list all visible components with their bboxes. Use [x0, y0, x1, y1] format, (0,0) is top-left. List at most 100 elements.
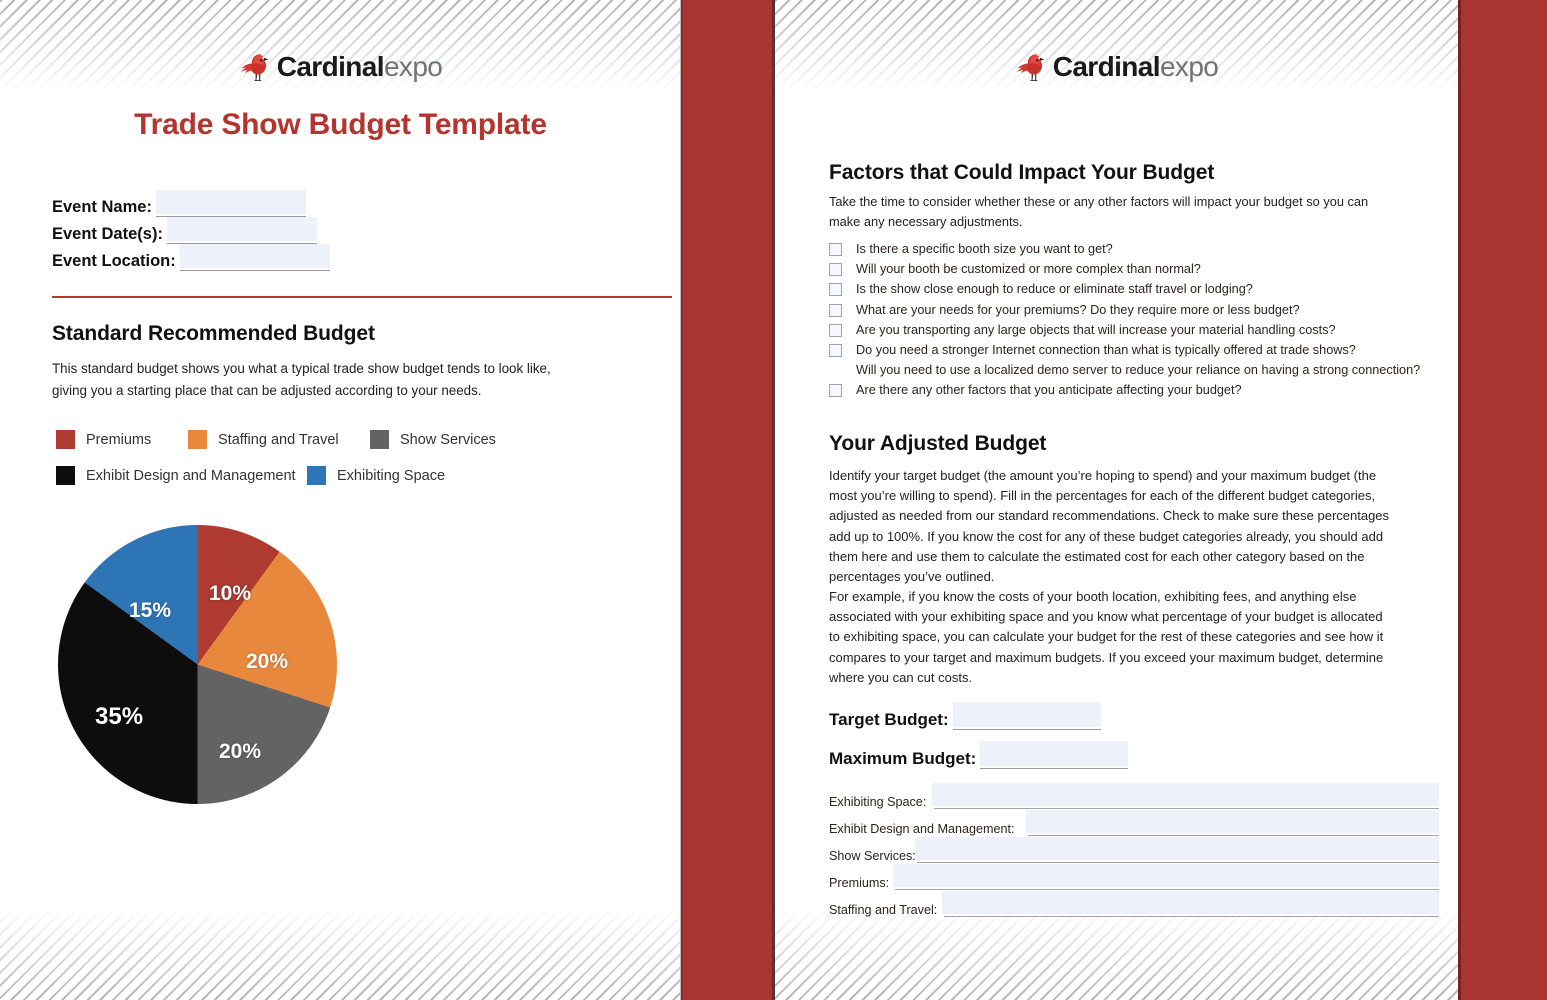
gutter-red-band — [681, 0, 775, 1000]
checklist-item-label: Do you need a stronger Internet connecti… — [856, 342, 1356, 357]
legend-label-staffing-and-travel: Staffing and Travel — [218, 431, 339, 448]
staffing-and-travel-input[interactable] — [944, 894, 1439, 917]
brand-logo: Cardinalexpo — [775, 52, 1458, 82]
legend-swatch-show-services — [370, 430, 389, 449]
checklist-item[interactable]: Are there any other factors that you ant… — [829, 381, 1409, 401]
event-name-label: Event Name: — [52, 198, 152, 216]
brand-name-bold: Cardinal — [1052, 51, 1161, 82]
checklist-item-label: Is the show close enough to reduce or el… — [856, 282, 1253, 297]
page-title: Trade Show Budget Template — [134, 108, 547, 141]
adjusted-budget-paragraph-2: For example, if you know the costs of yo… — [829, 589, 1384, 685]
premiums-row: Premiums: — [829, 864, 1439, 893]
show-services-label: Show Services: — [829, 849, 916, 863]
target-budget-label: Target Budget: — [829, 710, 949, 729]
legend-label-premiums: Premiums — [86, 431, 152, 448]
pie-label-premiums: 10% — [209, 582, 252, 605]
checklist-item[interactable]: What are your needs for your premiums? D… — [829, 301, 1409, 321]
pie-label-exhibit-design-and-management: 35% — [95, 703, 144, 730]
cardinal-bird-icon — [239, 52, 273, 82]
factors-checklist: Is there a specific booth size you want … — [829, 240, 1420, 402]
checklist-subitem-label: Will you need to use a localized demo se… — [856, 363, 1421, 378]
checkbox-icon[interactable] — [829, 323, 842, 337]
event-name-input[interactable] — [155, 190, 306, 217]
staffing-and-travel-label: Staffing and Travel: — [829, 903, 938, 917]
legend-label-exhibit-design-and-management: Exhibit Design and Management — [86, 467, 296, 484]
right-edge-red-band — [1458, 0, 1547, 1000]
exhibiting-space-row: Exhibiting Space: — [829, 783, 1439, 812]
category-amount-fields: Exhibiting Space: Exhibit Design and Man… — [829, 783, 1439, 920]
maximum-budget-input[interactable] — [980, 741, 1129, 769]
checklist-subitem: Will you need to use a localized demo se… — [829, 361, 1420, 381]
standard-budget-heading: Standard Recommended Budget — [52, 322, 375, 345]
legend-label-exhibiting-space: Exhibiting Space — [337, 467, 446, 484]
premiums-label: Premiums: — [829, 876, 890, 890]
brand-name-bold: Cardinal — [276, 51, 385, 82]
checklist-item-label: Will your booth be customized or more co… — [856, 262, 1201, 277]
pie-label-staffing-and-travel: 20% — [246, 650, 289, 673]
brand-name-light: expo — [1159, 51, 1219, 82]
show-services-input[interactable] — [917, 840, 1439, 863]
checkbox-icon[interactable] — [829, 283, 842, 297]
checklist-item[interactable]: Do you need a stronger Internet connecti… — [829, 341, 1409, 361]
show-services-row: Show Services: — [829, 837, 1439, 866]
page-2: Cardinalexpo Factors that Could Impact Y… — [775, 0, 1458, 1000]
section-divider — [52, 296, 672, 298]
page-1: Cardinalexpo Trade Show Budget Template … — [0, 0, 681, 1000]
legend-label-show-services: Show Services — [400, 431, 496, 448]
event-location-input[interactable] — [179, 244, 330, 271]
exhibiting-space-label: Exhibiting Space: — [829, 795, 927, 809]
brand-wordmark: Cardinalexpo — [277, 53, 443, 81]
brand-logo: Cardinalexpo — [0, 52, 681, 82]
maximum-budget-row: Maximum Budget: — [829, 741, 1444, 769]
checklist-item-label: Is there a specific booth size you want … — [856, 242, 1113, 256]
checklist-item-label: Are you transporting any large objects t… — [856, 322, 1336, 337]
legend-swatch-exhibit-design-and-management — [56, 466, 75, 485]
cardinal-bird-icon — [1015, 52, 1049, 82]
checklist-item-label: What are your needs for your premiums? D… — [856, 302, 1300, 317]
factors-description: Take the time to consider whether these … — [829, 194, 1369, 229]
legend-item-premiums: Premiums — [56, 430, 188, 449]
standard-budget-description: This standard budget shows you what a ty… — [52, 361, 551, 398]
pie-label-exhibiting-space: 15% — [129, 599, 172, 622]
budget-pie-chart: 10% 20% 20% 35% 15% — [58, 525, 343, 810]
maximum-budget-label: Maximum Budget: — [829, 749, 977, 768]
legend-item-exhibiting-space: Exhibiting Space — [307, 466, 445, 485]
legend-item-show-services: Show Services — [370, 430, 496, 449]
chart-legend: Premiums Staffing and Travel Show Servic… — [56, 430, 576, 485]
premiums-input[interactable] — [895, 867, 1439, 890]
adjusted-budget-paragraph-1: Identify your target budget (the amount … — [829, 468, 1390, 585]
checkbox-icon[interactable] — [829, 384, 842, 398]
budget-amount-fields: Target Budget: Maximum Budget: — [829, 702, 1444, 786]
checklist-item[interactable]: Are you transporting any large objects t… — [829, 321, 1409, 341]
bottom-hatch-pattern — [0, 908, 681, 1000]
target-budget-input[interactable] — [952, 702, 1101, 730]
factors-heading: Factors that Could Impact Your Budget — [829, 161, 1215, 184]
checkbox-icon[interactable] — [829, 243, 842, 256]
event-dates-input[interactable] — [166, 217, 317, 244]
checklist-item-label: Are there any other factors that you ant… — [856, 383, 1242, 398]
event-name-row: Event Name: — [52, 190, 306, 217]
checklist-item[interactable]: Is there a specific booth size you want … — [829, 240, 1409, 260]
legend-swatch-exhibiting-space — [307, 466, 326, 485]
checkbox-icon[interactable] — [829, 263, 842, 277]
checkbox-icon[interactable] — [829, 343, 842, 357]
adjusted-budget-heading: Your Adjusted Budget — [829, 432, 1047, 455]
event-location-row: Event Location: — [52, 244, 330, 271]
checklist-item[interactable]: Will your booth be customized or more co… — [829, 260, 1409, 280]
document-viewport: Cardinalexpo Trade Show Budget Template … — [0, 0, 1547, 1000]
exhibit-design-row: Exhibit Design and Management: — [829, 810, 1439, 839]
checklist-item[interactable]: Is the show close enough to reduce or el… — [829, 280, 1409, 300]
checkbox-icon[interactable] — [829, 303, 842, 317]
bottom-hatch-pattern — [775, 908, 1458, 1000]
legend-item-staffing-and-travel: Staffing and Travel — [188, 430, 370, 449]
exhibit-design-label: Exhibit Design and Management: — [829, 822, 1015, 836]
target-budget-row: Target Budget: — [829, 702, 1444, 730]
pie-label-show-services: 20% — [219, 740, 262, 763]
event-dates-label: Event Date(s): — [52, 225, 163, 243]
brand-name-light: expo — [383, 51, 443, 82]
event-dates-row: Event Date(s): — [52, 217, 317, 244]
staffing-and-travel-row: Staffing and Travel: — [829, 891, 1439, 920]
pie-graphic — [58, 525, 337, 804]
exhibiting-space-input[interactable] — [934, 786, 1439, 809]
exhibit-design-input[interactable] — [1028, 813, 1439, 836]
